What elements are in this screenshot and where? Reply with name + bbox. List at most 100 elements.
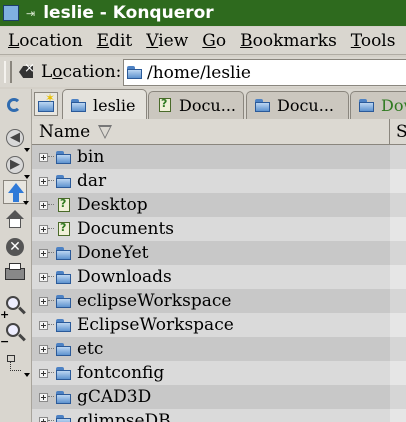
folder-icon[interactable]	[3, 5, 19, 21]
expand-icon[interactable]	[39, 176, 48, 186]
list-item[interactable]: glimpseDB	[32, 409, 406, 422]
list-item[interactable]: fontconfig	[32, 361, 406, 385]
clear-location-icon[interactable]	[17, 61, 37, 81]
forward-button[interactable]: ▶	[3, 153, 30, 179]
dropdown-arrow-icon[interactable]	[23, 201, 29, 205]
view-mode-button[interactable]	[3, 351, 30, 377]
expand-icon[interactable]	[39, 320, 48, 330]
tree-line	[48, 396, 54, 398]
menu-tools[interactable]: Tools	[344, 31, 403, 51]
up-button[interactable]	[3, 180, 29, 205]
expand-icon[interactable]	[39, 392, 48, 402]
size-cell	[390, 337, 406, 361]
expand-icon[interactable]	[39, 200, 48, 210]
stop-button[interactable]: ✕	[3, 235, 27, 259]
list-item[interactable]: gCAD3D	[32, 385, 406, 409]
reload-icon	[7, 98, 21, 112]
file-name: EclipseWorkspace	[77, 315, 234, 335]
list-item[interactable]: bin	[32, 145, 406, 169]
tree-line	[48, 300, 54, 302]
window-title: leslie - Konqueror	[43, 3, 214, 23]
new-tab-button[interactable]	[34, 91, 58, 116]
tab-documents[interactable]: Docu...	[148, 91, 244, 119]
back-button[interactable]: ◀	[3, 126, 30, 152]
zoom-in-button[interactable]: +	[0, 294, 27, 321]
up-arrow-icon	[8, 183, 24, 203]
file-name: eclipseWorkspace	[77, 291, 232, 311]
expand-icon[interactable]	[39, 224, 48, 234]
tab-label: Docu...	[179, 96, 236, 115]
folder-icon	[56, 342, 72, 356]
back-arrow-icon: ◀	[6, 129, 24, 147]
menu-view[interactable]: View	[139, 31, 195, 51]
menu-settings[interactable]: S	[402, 31, 406, 51]
dropdown-arrow-icon[interactable]	[24, 175, 30, 179]
sort-indicator-icon	[98, 124, 113, 139]
tree-view-icon	[7, 355, 23, 371]
size-cell	[390, 241, 406, 265]
size-cell	[390, 217, 406, 241]
zoom-out-button[interactable]: −	[0, 321, 27, 348]
zoom-out-icon: −	[0, 323, 20, 348]
tree-line	[48, 372, 54, 374]
size-cell	[390, 361, 406, 385]
folder-icon	[71, 98, 87, 112]
list-item[interactable]: EclipseWorkspace	[32, 313, 406, 337]
column-label: S	[396, 121, 406, 142]
expand-icon[interactable]	[39, 152, 48, 162]
folder-icon	[56, 318, 72, 332]
pin-icon[interactable]: ⇥	[26, 7, 35, 20]
dropdown-arrow-icon[interactable]	[24, 373, 30, 377]
expand-icon[interactable]	[39, 248, 48, 258]
list-item[interactable]: DoneYet	[32, 241, 406, 265]
folder-icon	[56, 390, 72, 404]
file-rows: bin dar Desktop Documents DoneYet Downloads ec…	[32, 145, 406, 422]
list-item[interactable]: Desktop	[32, 193, 406, 217]
tree-line	[48, 348, 54, 350]
tab-label: leslie	[93, 95, 136, 115]
list-item[interactable]: Downloads	[32, 265, 406, 289]
column-header-size[interactable]: S	[391, 119, 406, 144]
menu-bookmarks[interactable]: Bookmarks	[233, 31, 344, 51]
home-button[interactable]	[3, 207, 27, 231]
tree-line	[48, 180, 54, 182]
tab-downloads[interactable]: Dow	[350, 91, 406, 119]
menu-go[interactable]: Go	[195, 31, 233, 51]
location-toolbar: Location:	[0, 57, 406, 87]
tree-line	[48, 252, 54, 254]
navigation-toolbar: ◀ ▶ ✕ + −	[0, 89, 32, 422]
list-item[interactable]: dar	[32, 169, 406, 193]
folder-icon	[127, 66, 143, 79]
expand-icon[interactable]	[39, 272, 48, 282]
list-item[interactable]: etc	[32, 337, 406, 361]
folder-icon	[56, 150, 72, 164]
list-item[interactable]: eclipseWorkspace	[32, 289, 406, 313]
tab-leslie[interactable]: leslie	[62, 89, 147, 119]
print-button[interactable]	[3, 262, 27, 286]
expand-icon[interactable]	[39, 296, 48, 306]
menu-edit[interactable]: Edit	[90, 31, 140, 51]
reload-button[interactable]	[3, 94, 27, 118]
forward-arrow-icon: ▶	[6, 156, 24, 174]
file-name: bin	[77, 147, 105, 167]
folder-icon	[56, 174, 72, 188]
document-folder-icon	[157, 97, 173, 113]
toolbar-grip[interactable]	[4, 61, 12, 83]
tab-documents-2[interactable]: Docu...	[246, 91, 349, 119]
size-cell	[390, 313, 406, 337]
list-item[interactable]: Documents	[32, 217, 406, 241]
expand-icon[interactable]	[39, 344, 48, 354]
folder-icon	[56, 246, 72, 260]
size-cell	[390, 169, 406, 193]
menu-location[interactable]: Location	[0, 31, 90, 51]
dropdown-arrow-icon[interactable]	[24, 148, 30, 152]
folder-icon	[56, 414, 72, 422]
location-field[interactable]	[123, 59, 406, 86]
expand-icon[interactable]	[39, 368, 48, 378]
printer-icon	[5, 263, 25, 280]
column-header-name[interactable]: Name	[32, 119, 390, 144]
title-bar[interactable]: ⇥ leslie - Konqueror	[0, 0, 406, 26]
location-input[interactable]	[143, 62, 397, 83]
file-list[interactable]: Name S bin dar Desktop Documents DoneYet Down…	[32, 119, 406, 422]
expand-icon[interactable]	[39, 416, 48, 422]
